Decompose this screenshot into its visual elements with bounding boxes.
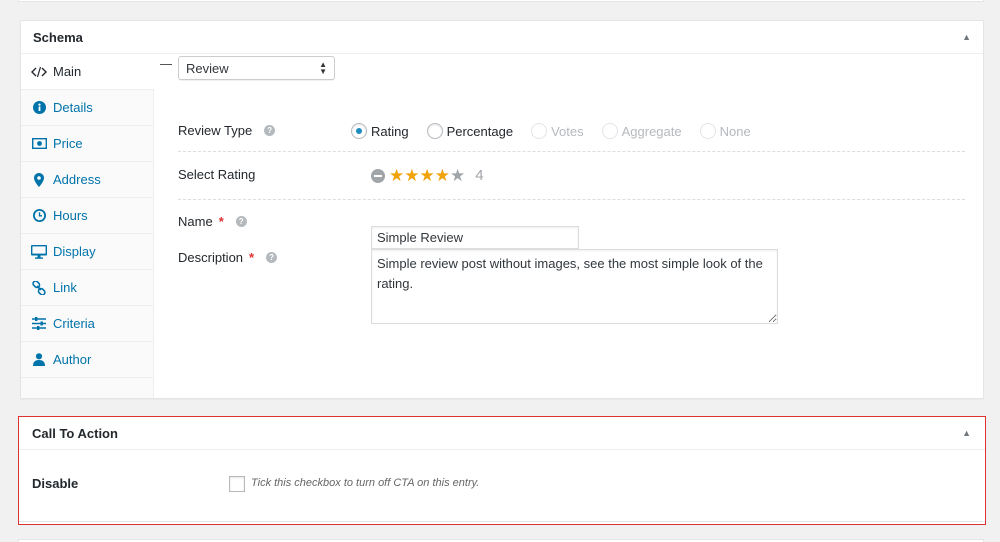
cta-inner-border	[19, 521, 983, 522]
schema-type-value: Review	[186, 60, 229, 76]
cta-body: Disable Tick this checkbox to turn off C…	[19, 450, 985, 524]
radio-rating[interactable]: Rating	[351, 123, 409, 139]
radio-label: Rating	[371, 123, 409, 139]
radio-none: None	[699, 123, 751, 139]
tab-display[interactable]: Display	[21, 234, 153, 270]
main-tab-panel: Review ▲ ▼ Review Type ? Rating Percentag…	[160, 54, 965, 398]
disable-cta-description: Tick this checkbox to turn off CTA on th…	[251, 477, 480, 489]
select-rating-row: Select Rating	[178, 167, 255, 182]
sliders-icon	[31, 316, 47, 332]
tab-criteria[interactable]: Criteria	[21, 306, 153, 342]
info-icon	[31, 100, 47, 116]
name-input[interactable]	[371, 226, 579, 249]
radio-votes: Votes	[531, 123, 584, 139]
tab-label: Address	[53, 172, 101, 187]
tab-main[interactable]: Main	[21, 54, 154, 90]
tab-label: Details	[53, 100, 93, 115]
help-icon[interactable]: ?	[264, 125, 276, 136]
radio-label: Percentage	[446, 123, 514, 139]
description-textarea[interactable]: Simple review post without images, see t…	[371, 249, 778, 324]
required-mark: *	[218, 214, 224, 229]
tab-price[interactable]: Price	[21, 126, 153, 162]
disable-cta-checkbox[interactable]	[229, 476, 245, 492]
tab-link[interactable]: Link	[21, 270, 153, 306]
schema-postbox: Schema ▲ Main Details Price Address Hour…	[20, 20, 984, 399]
radio-percentage[interactable]: Percentage	[426, 123, 514, 139]
name-label: Name	[178, 214, 213, 229]
radio-button-disabled	[531, 123, 548, 139]
description-row: Description * ?	[178, 250, 278, 265]
tab-label: Price	[53, 136, 83, 151]
map-marker-icon	[31, 172, 47, 188]
star-icon-1[interactable]: ★	[389, 167, 404, 184]
tab-label: Author	[53, 352, 92, 367]
tab-details[interactable]: Details	[21, 90, 153, 126]
schema-tabs: Main Details Price Address Hours Display…	[21, 54, 154, 398]
cta-postbox-header[interactable]: Call To Action ▲	[19, 417, 985, 450]
money-icon	[31, 136, 47, 152]
review-type-label: Review Type	[178, 123, 253, 138]
previous-postbox-edge	[18, 0, 984, 2]
name-row: Name * ?	[178, 214, 247, 229]
review-type-row: Review Type ?	[178, 123, 276, 138]
disable-label: Disable	[32, 476, 79, 491]
user-icon	[31, 352, 47, 368]
schema-type-select[interactable]: Review ▲ ▼	[178, 56, 335, 80]
row-divider	[178, 199, 965, 200]
star-rating-widget: ★ ★ ★ ★ ★ 4	[371, 167, 484, 184]
help-icon[interactable]: ?	[266, 252, 278, 263]
field-dash	[160, 64, 172, 65]
collapse-arrow-icon[interactable]: ▲	[960, 426, 973, 440]
tab-hours[interactable]: Hours	[21, 198, 153, 234]
star-icon-5[interactable]: ★	[450, 167, 465, 184]
row-divider	[178, 151, 965, 152]
radio-button-disabled	[601, 123, 618, 139]
radio-label: Votes	[551, 123, 584, 139]
schema-postbox-title: Schema	[33, 29, 83, 45]
star-icon-3[interactable]: ★	[420, 167, 435, 184]
select-arrows-icon: ▲ ▼	[319, 60, 327, 76]
tab-label: Hours	[53, 208, 88, 223]
tab-label: Criteria	[53, 316, 95, 331]
help-icon[interactable]: ?	[235, 216, 247, 227]
radio-button-checked[interactable]	[351, 123, 367, 139]
select-rating-label: Select Rating	[178, 167, 256, 182]
cancel-rating-icon[interactable]	[371, 168, 385, 183]
clock-icon	[31, 208, 47, 224]
link-icon	[31, 280, 47, 296]
code-icon	[31, 64, 47, 80]
radio-button[interactable]	[426, 123, 443, 139]
required-mark: *	[249, 250, 255, 265]
tab-address[interactable]: Address	[21, 162, 153, 198]
radio-label: Aggregate	[621, 123, 682, 139]
radio-aggregate: Aggregate	[601, 123, 682, 139]
tab-author[interactable]: Author	[21, 342, 153, 378]
star-icon-4[interactable]: ★	[435, 167, 450, 184]
tab-label: Display	[53, 244, 96, 259]
cta-postbox: Call To Action ▲ Disable Tick this check…	[18, 416, 986, 525]
star-icon-2[interactable]: ★	[404, 167, 419, 184]
review-type-radio-group: Rating Percentage Votes Aggregate None	[351, 123, 769, 139]
schema-postbox-header[interactable]: Schema ▲	[21, 21, 983, 54]
description-label: Description	[178, 250, 244, 265]
rating-value: 4	[475, 167, 484, 184]
cta-postbox-title: Call To Action	[32, 425, 118, 441]
tab-label: Main	[53, 64, 82, 79]
tab-label: Link	[53, 280, 77, 295]
radio-button-disabled	[699, 123, 716, 139]
radio-label: None	[719, 123, 751, 139]
monitor-icon	[31, 244, 47, 260]
collapse-arrow-icon[interactable]: ▲	[960, 30, 973, 44]
